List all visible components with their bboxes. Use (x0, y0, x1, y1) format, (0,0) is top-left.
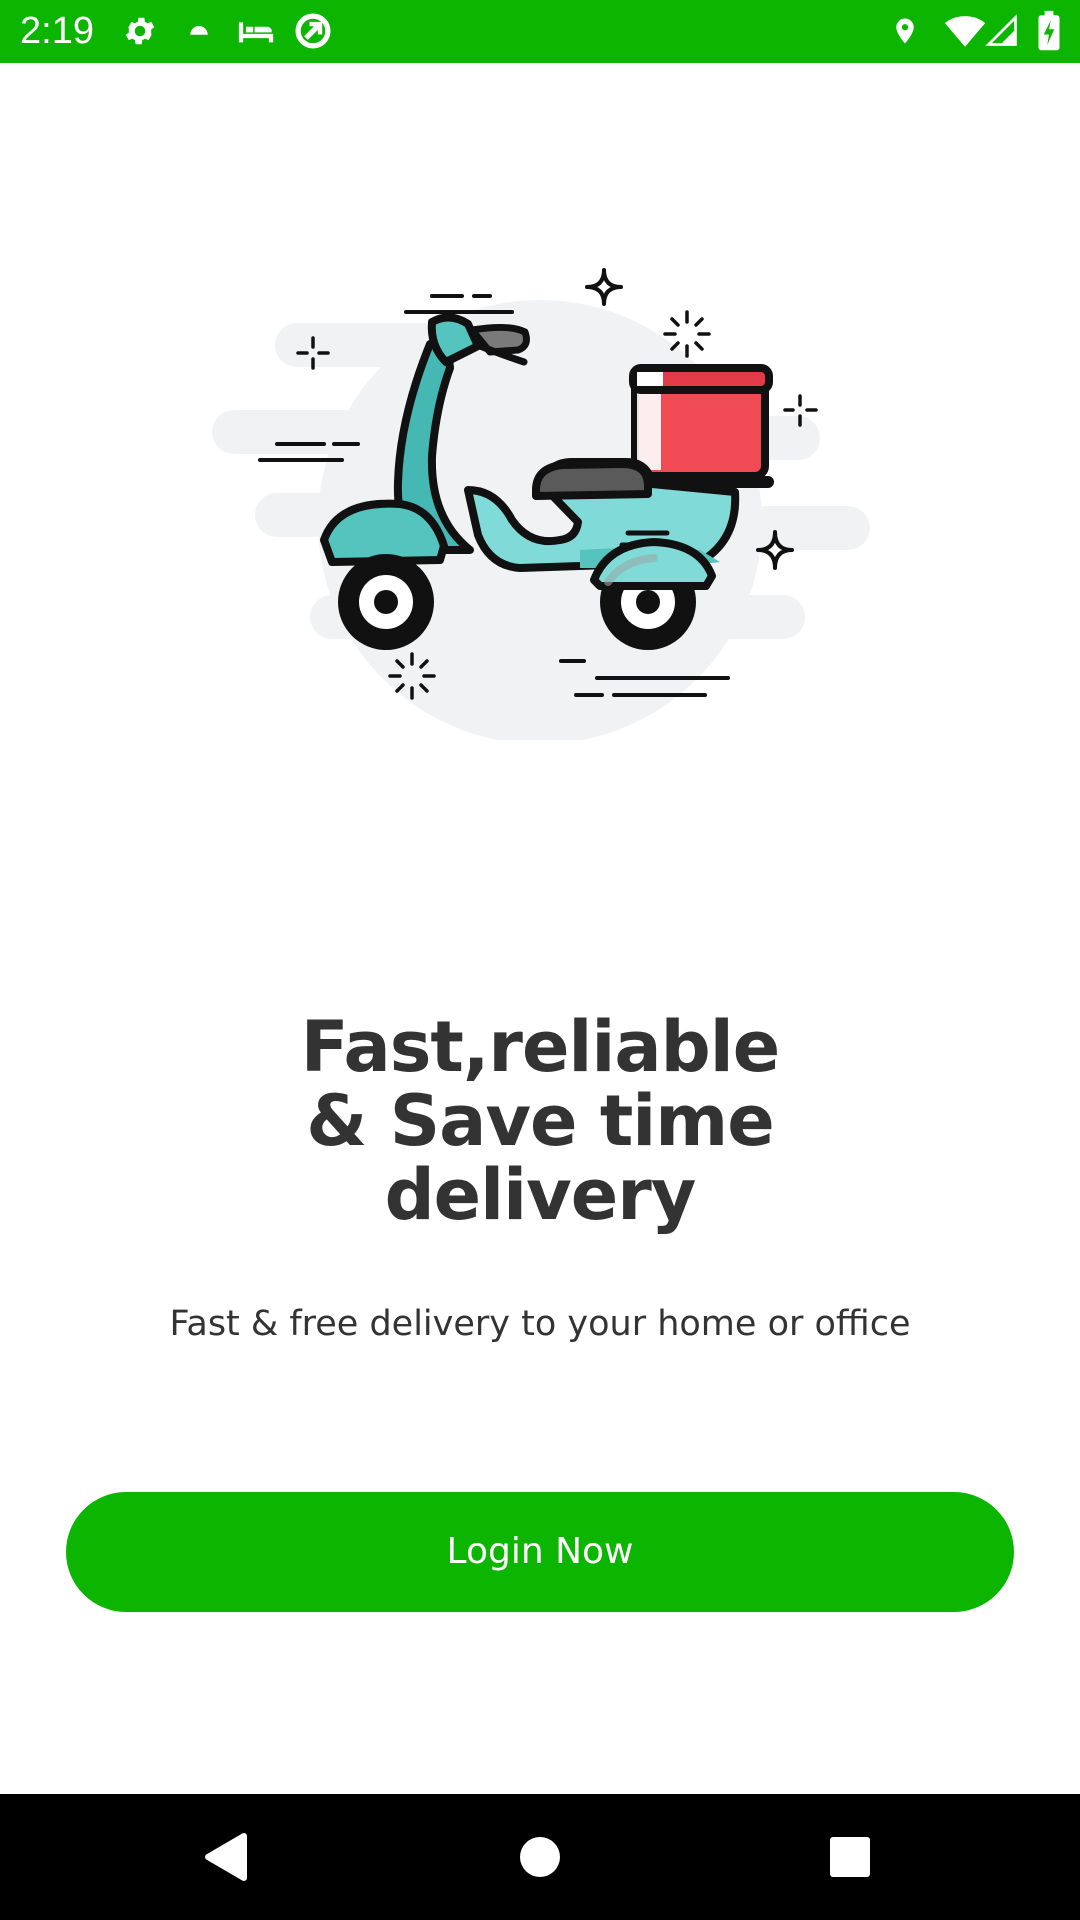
status-time: 2:19 (20, 10, 94, 52)
android-icon (190, 26, 208, 35)
wifi-icon (944, 16, 986, 47)
delivery-scooter-icon (212, 268, 870, 740)
status-bar: 2:19 (0, 0, 1080, 63)
recents-icon[interactable] (815, 1822, 885, 1892)
headline-line-2: & Save time (306, 1080, 774, 1162)
data-saver-icon (295, 13, 331, 49)
bed-icon (238, 22, 274, 43)
navigation-bar (0, 1794, 1080, 1920)
signal-icon (985, 14, 1017, 46)
home-icon[interactable] (505, 1822, 575, 1892)
headline: Fast,reliable & Save time delivery (0, 1010, 1080, 1232)
back-icon[interactable] (192, 1822, 262, 1892)
battery-charging-icon (1038, 10, 1060, 51)
subtitle: Fast & free delivery to your home or off… (169, 1304, 911, 1344)
login-now-button[interactable]: Login Now (66, 1492, 1014, 1612)
gear-icon (125, 17, 155, 45)
location-icon (896, 18, 914, 44)
headline-line-3: delivery (384, 1154, 697, 1236)
headline-line-1: Fast,reliable (300, 1006, 780, 1088)
